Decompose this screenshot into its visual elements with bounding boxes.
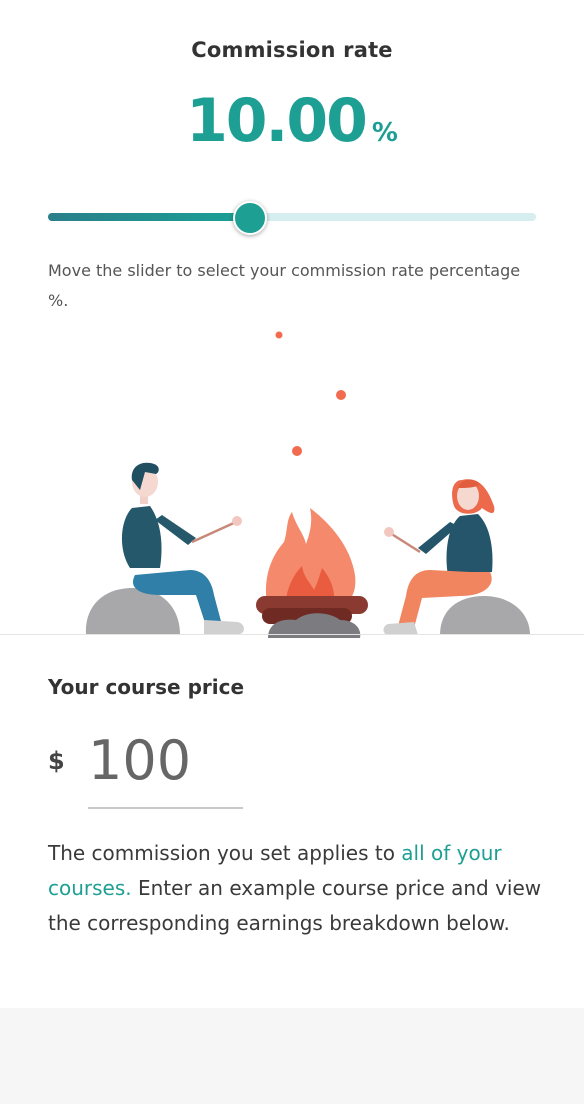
rock-right	[440, 596, 530, 635]
info-text-prefix: The commission you set applies to	[48, 841, 402, 865]
campfire-illustration	[85, 331, 530, 638]
ember	[336, 390, 346, 400]
commission-rate-title: Commission rate	[191, 38, 393, 62]
course-price-input[interactable]	[88, 725, 242, 795]
currency-symbol: $	[48, 747, 65, 775]
commission-rate-value: 10.00	[186, 86, 368, 156]
course-price-field: $	[48, 725, 248, 815]
price-input-underline	[88, 807, 243, 809]
slider-fill	[48, 213, 249, 221]
ember	[275, 331, 283, 339]
slider-hint-text: Move the slider to select your commissio…	[48, 261, 521, 310]
slider-thumb[interactable]	[233, 201, 268, 235]
commission-rate-slider[interactable]	[48, 200, 536, 235]
course-price-label: Your course price	[48, 675, 245, 699]
ember	[292, 446, 302, 456]
footer-area	[0, 1008, 584, 1104]
rock-left	[85, 588, 180, 635]
commission-rate-display: 10.00%	[0, 86, 584, 156]
commission-info-text: The commission you set applies to all of…	[48, 836, 548, 941]
section-divider	[0, 634, 584, 635]
commission-rate-unit: %	[371, 118, 398, 148]
campfire	[256, 508, 368, 638]
